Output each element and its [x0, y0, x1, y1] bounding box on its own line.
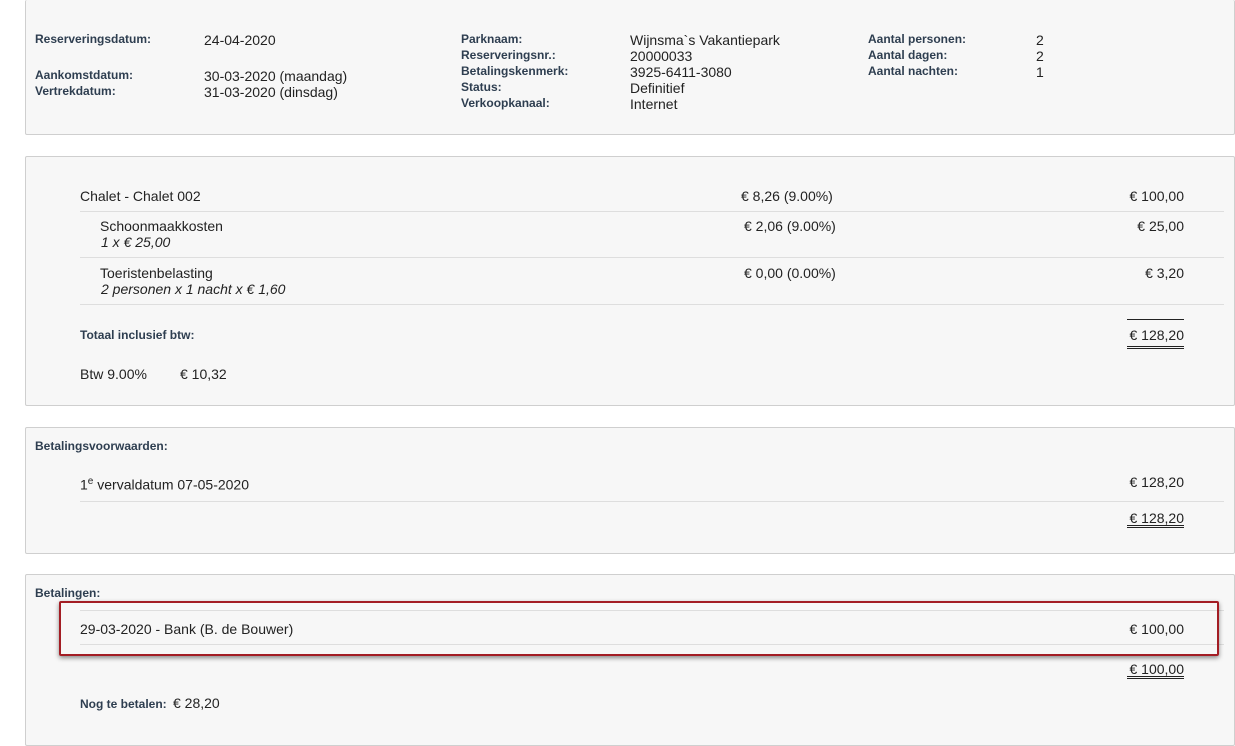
total-incl-btw-value: € 128,20: [1129, 327, 1185, 343]
remaining-value: € 28,20: [173, 695, 220, 711]
cost-item-amount: € 25,00: [1137, 218, 1184, 234]
terms-total-double-underline: [1127, 525, 1184, 528]
cost-item-vat: € 2,06 (9.00%): [744, 218, 836, 234]
aankomstdatum-label: Aankomstdatum:: [35, 68, 134, 82]
aankomstdatum-value: 30-03-2020 (maandag): [204, 68, 348, 84]
betalingskenmerk-label: Betalingskenmerk:: [461, 64, 569, 78]
cost-item-name: Chalet - Chalet 002: [80, 188, 201, 204]
payments-title: Betalingen:: [35, 586, 101, 600]
verkoopkanaal-value: Internet: [630, 96, 678, 112]
due-date-text: vervaldatum 07-05-2020: [93, 476, 250, 493]
status-value: Definitief: [630, 80, 685, 96]
row-divider: [80, 211, 1224, 212]
cost-item-detail: 1 x € 25,00: [101, 234, 171, 250]
aantal-nachten-label: Aantal nachten:: [868, 64, 959, 78]
total-incl-btw-label: Totaal inclusief btw:: [80, 328, 195, 342]
due-date-row: 1e vervaldatum 07-05-2020: [80, 476, 249, 493]
reserveringsdatum-label: Reserveringsdatum:: [35, 32, 152, 46]
payments-total-double-underline: [1127, 676, 1184, 679]
verkoopkanaal-label: Verkoopkanaal:: [461, 96, 550, 110]
parknaam-label: Parknaam:: [461, 32, 523, 46]
payments-panel: [25, 574, 1235, 746]
row-divider: [80, 257, 1224, 258]
aantal-personen-label: Aantal personen:: [868, 32, 967, 46]
due-date-ordinal: 1: [80, 476, 88, 493]
status-label: Status:: [461, 80, 502, 94]
payment-highlight-box: [59, 601, 1219, 656]
payments-total: € 100,00: [1129, 661, 1185, 677]
aantal-nachten-value: 1: [1036, 64, 1044, 80]
remaining-label: Nog te betalen:: [80, 697, 167, 711]
terms-total: € 128,20: [1129, 510, 1185, 526]
reserveringsnr-value: 20000033: [630, 48, 693, 64]
total-overline: [1127, 319, 1184, 320]
cost-item-amount: € 3,20: [1145, 265, 1184, 281]
vertrekdatum-label: Vertrekdatum:: [35, 84, 116, 98]
payment-terms-title: Betalingsvoorwaarden:: [35, 439, 168, 453]
btw-label: Btw 9.00%: [80, 366, 147, 382]
row-divider: [80, 304, 1224, 305]
total-double-underline: [1127, 346, 1184, 349]
cost-item-amount: € 100,00: [1129, 188, 1185, 204]
reserveringsnr-label: Reserveringsnr.:: [461, 48, 556, 62]
due-date-amount: € 128,20: [1129, 474, 1185, 490]
aantal-dagen-value: 2: [1036, 48, 1044, 64]
aantal-dagen-label: Aantal dagen:: [868, 48, 948, 62]
row-divider: [80, 501, 1224, 502]
aantal-personen-value: 2: [1036, 32, 1044, 48]
cost-item-name: Toeristenbelasting: [100, 265, 213, 281]
cost-item-name: Schoonmaakkosten: [100, 218, 223, 234]
reserveringsdatum-value: 24-04-2020: [204, 32, 276, 48]
cost-item-vat: € 8,26 (9.00%): [741, 188, 833, 204]
betalingskenmerk-value: 3925-6411-3080: [630, 64, 732, 80]
btw-value: € 10,32: [180, 366, 227, 382]
cost-item-detail: 2 personen x 1 nacht x € 1,60: [101, 281, 286, 297]
parknaam-value: Wijnsma`s Vakantiepark: [630, 32, 780, 48]
cost-item-vat: € 0,00 (0.00%): [744, 265, 836, 281]
vertrekdatum-value: 31-03-2020 (dinsdag): [204, 84, 338, 100]
